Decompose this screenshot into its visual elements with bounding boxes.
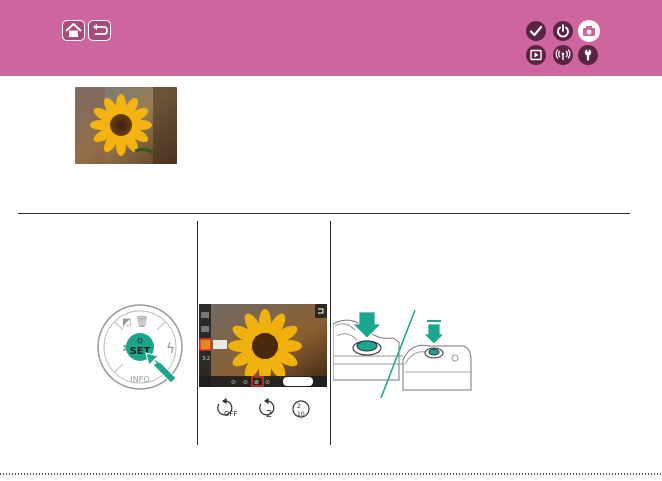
info-label: INFO	[130, 375, 149, 384]
camera-screen-illustration: 3:2 ⊘ ⊘ ⊘ ⊘	[199, 304, 327, 387]
home-icon	[65, 23, 82, 37]
svg-text:2: 2	[266, 409, 272, 420]
self-timer-selected-icon[interactable]	[199, 338, 212, 351]
screen-menu-icon	[201, 326, 209, 332]
setup-button[interactable]	[578, 45, 598, 65]
playback-button[interactable]	[526, 45, 546, 65]
camera-icon	[583, 26, 595, 36]
check-icon	[529, 25, 543, 37]
camera-shutter-illustration	[332, 290, 493, 402]
svg-text:3:2: 3:2	[202, 356, 210, 362]
back-button[interactable]	[88, 20, 111, 41]
shutter-button-full-press[interactable]	[428, 348, 440, 356]
q-icon: Q	[137, 337, 143, 345]
screen-slider[interactable]	[283, 377, 313, 386]
self-timer-custom-icon: 2 10	[292, 400, 310, 418]
self-timer-2s-icon: 2	[259, 397, 275, 420]
exposure-comp-icon: ◩	[122, 317, 131, 328]
screen-menu-icon	[201, 312, 209, 318]
footer-dotted-border	[0, 462, 662, 475]
screen-info-box	[213, 340, 227, 349]
self-timer-off-icon: OFF	[217, 397, 238, 418]
screen-option-icon[interactable]: ⊘	[243, 379, 248, 386]
wrench-icon	[584, 49, 592, 61]
home-button[interactable]	[62, 20, 85, 41]
press-down-arrow-small	[423, 323, 445, 345]
shooting-button[interactable]	[578, 20, 600, 42]
wireless-icon	[555, 49, 571, 60]
column-divider-left	[197, 221, 198, 445]
svg-text:2: 2	[297, 403, 301, 410]
basic-operations-button[interactable]	[526, 21, 546, 41]
screen-option-icon[interactable]: ⊘	[231, 379, 236, 386]
play-icon	[530, 49, 542, 61]
column-divider-right	[330, 221, 331, 445]
self-timer-modes: OFF 2 2 10	[216, 397, 326, 420]
control-dial-illustration: ✱ ◩ 🗑 ϟ Q SET INFO	[96, 303, 184, 391]
flash-icon: ϟ	[166, 341, 175, 357]
svg-text:⊘: ⊘	[254, 379, 259, 386]
svg-text:OFF: OFF	[224, 410, 238, 418]
trash-icon: 🗑	[135, 315, 149, 328]
section-divider	[18, 213, 630, 214]
power-button[interactable]	[553, 21, 573, 41]
header-bar	[0, 0, 662, 76]
power-icon	[557, 24, 569, 38]
wireless-button[interactable]	[553, 45, 573, 65]
back-arrow-icon	[93, 24, 108, 35]
screen-option-icon[interactable]: ⊘	[265, 379, 270, 386]
sunflower-photo	[75, 87, 177, 164]
shutter-button-half-press[interactable]	[356, 340, 378, 352]
svg-text:10: 10	[297, 411, 305, 418]
